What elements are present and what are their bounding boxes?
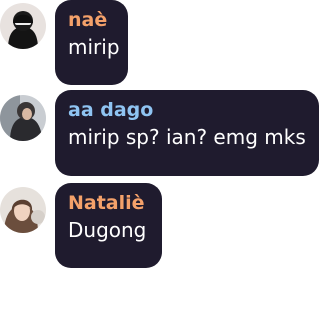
user-avatar[interactable] (0, 95, 46, 141)
user-avatar[interactable] (0, 187, 46, 233)
avatar-photo-icon (0, 187, 46, 233)
avatar-photo-icon (0, 95, 46, 141)
chat-message-list: naè mirip aa dago mirip sp? ian? emg mks (0, 0, 319, 320)
message-author[interactable]: aa dago (68, 99, 305, 121)
avatar-photo-icon (0, 3, 46, 49)
message-text: mirip (68, 35, 120, 59)
message-text: Dugong (68, 218, 147, 242)
message-author[interactable]: Nataliè (68, 192, 148, 214)
user-avatar[interactable] (0, 3, 46, 49)
message-bubble[interactable]: aa dago mirip sp? ian? emg mks (55, 90, 319, 176)
message-bubble[interactable]: naè mirip (55, 0, 128, 85)
message-text: mirip sp? ian? emg mks (68, 125, 306, 149)
message-author[interactable]: naè (68, 9, 114, 31)
message-bubble[interactable]: Nataliè Dugong (55, 183, 162, 268)
